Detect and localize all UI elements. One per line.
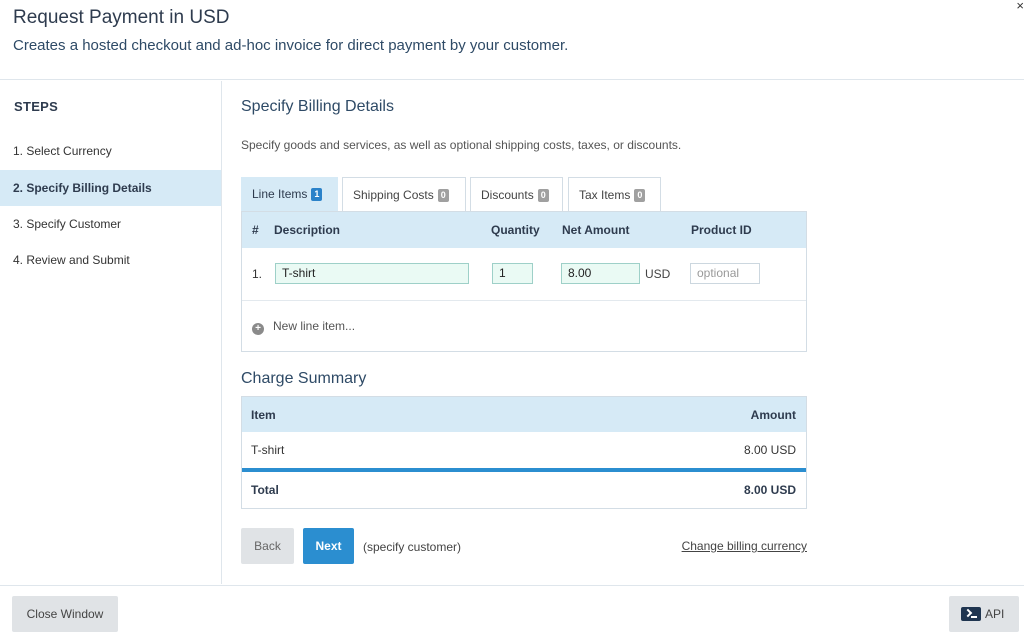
line-items-table: # Description Quantity Net Amount Produc… [241, 211, 807, 352]
step-select-currency[interactable]: 1. Select Currency [0, 133, 221, 169]
col-quantity: Quantity [491, 223, 540, 237]
dialog-header: Request Payment in USD Creates a hosted … [0, 0, 1024, 80]
tab-tax-items[interactable]: Tax Items 0 [568, 177, 661, 211]
tab-discounts[interactable]: Discounts 0 [470, 177, 563, 211]
count-badge: 0 [437, 189, 449, 203]
charge-summary-table: Item Amount T-shirt 8.00 USD Total 8.00 … [241, 396, 807, 509]
api-button[interactable]: API [949, 596, 1019, 632]
description-input[interactable]: T-shirt [275, 263, 469, 284]
col-item: Item [251, 408, 276, 422]
tab-line-items[interactable]: Line Items 1 [241, 177, 338, 212]
col-amount: Amount [750, 408, 796, 422]
count-badge: 0 [634, 189, 646, 203]
close-window-button[interactable]: Close Window [12, 596, 118, 632]
count-badge: 0 [537, 189, 549, 203]
new-line-item-label: New line item... [273, 319, 356, 333]
currency-label: USD [645, 267, 671, 281]
net-amount-input[interactable]: 8.00 [561, 263, 640, 284]
api-label: API [985, 607, 1005, 621]
step-review-and-submit[interactable]: 4. Review and Submit [0, 242, 221, 278]
step-specify-billing-details[interactable]: 2. Specify Billing Details [0, 170, 221, 206]
line-items-header: # Description Quantity Net Amount Produc… [242, 212, 806, 248]
row-number: 1. [252, 267, 263, 281]
dialog-footer: Close Window API [0, 585, 1024, 639]
page-description: Specify goods and services, as well as o… [241, 138, 682, 152]
summary-header: Item Amount [242, 397, 806, 432]
charge-summary-title: Charge Summary [241, 370, 367, 387]
count-badge: 1 [311, 188, 323, 202]
steps-sidebar: STEPS 1. Select Currency 2. Specify Bill… [0, 81, 222, 584]
quantity-input[interactable]: 1 [492, 263, 533, 284]
tab-label: Line Items [252, 187, 308, 201]
next-button[interactable]: Next [303, 528, 354, 564]
total-amount: 8.00 USD [743, 483, 796, 497]
dialog-subtitle: Creates a hosted checkout and ad-hoc inv… [13, 37, 569, 54]
new-line-item-button[interactable]: + New line item... [252, 319, 355, 335]
page-title: Specify Billing Details [241, 98, 394, 115]
next-hint: (specify customer) [363, 540, 462, 554]
back-button[interactable]: Back [241, 528, 294, 564]
tab-label: Shipping Costs [353, 188, 434, 202]
step-specify-customer[interactable]: 3. Specify Customer [0, 206, 221, 242]
summary-item: T-shirt [251, 443, 285, 457]
col-net-amount: Net Amount [562, 223, 630, 237]
terminal-icon [961, 607, 981, 621]
dialog-title: Request Payment in USD [13, 7, 230, 28]
col-description: Description [274, 223, 341, 237]
col-product-id: Product ID [691, 223, 752, 237]
total-row: Total 8.00 USD [242, 472, 806, 508]
table-row: T-shirt 8.00 USD [242, 432, 806, 468]
plus-circle-icon: + [252, 323, 264, 335]
tab-shipping-costs[interactable]: Shipping Costs 0 [342, 177, 466, 211]
summary-amount: 8.00 USD [743, 443, 796, 457]
col-num: # [252, 223, 259, 237]
product-id-input[interactable]: optional [690, 263, 760, 284]
divider [242, 300, 806, 301]
steps-title: STEPS [14, 99, 59, 114]
tab-label: Tax Items [579, 188, 631, 202]
total-label: Total [251, 483, 279, 497]
close-icon[interactable]: × [1016, 0, 1024, 13]
change-billing-currency-link[interactable]: Change billing currency [682, 539, 807, 553]
tab-label: Discounts [481, 188, 534, 202]
